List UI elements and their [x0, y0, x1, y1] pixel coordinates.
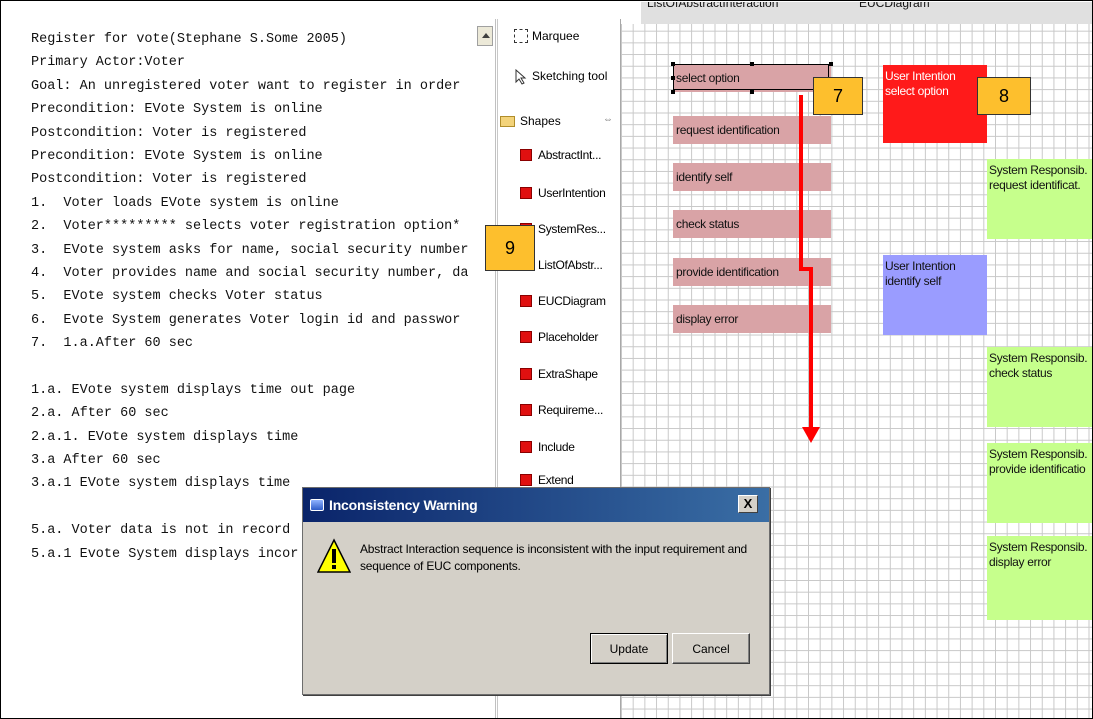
shape-swatch-icon	[520, 295, 532, 307]
palette-item-label: Requireme...	[538, 403, 604, 417]
palette-item-label: ListOfAbstr...	[538, 258, 603, 272]
requirement-line: 6. Evote System generates Voter login id…	[31, 312, 461, 328]
requirement-line: Postcondition: Voter is registered	[31, 172, 307, 188]
close-button[interactable]: X	[738, 495, 758, 513]
requirement-line: 1. Voter loads EVote system is online	[31, 195, 339, 211]
palette-item[interactable]: AbstractInt...	[520, 145, 601, 165]
palette-item[interactable]: Placeholder	[520, 327, 598, 347]
shapes-header-label: Shapes	[520, 114, 561, 128]
sketching-tool[interactable]: Sketching tool	[514, 68, 608, 85]
requirement-line: 2.a. After 60 sec	[31, 406, 169, 422]
requirement-text: Register for vote(Stephane S.Some 2005) P…	[31, 28, 481, 566]
scroll-up-button[interactable]	[477, 26, 493, 46]
requirement-line: 1.a. EVote system displays time out page	[31, 382, 356, 398]
update-button[interactable]: Update	[590, 633, 668, 664]
shape-swatch-icon	[520, 474, 532, 486]
shape-swatch-icon	[520, 187, 532, 199]
palette-item-label: UserIntention	[538, 186, 606, 200]
folder-icon	[500, 115, 515, 127]
palette-item[interactable]: Extend	[520, 473, 574, 487]
cancel-button[interactable]: Cancel	[672, 633, 750, 664]
requirement-line: Goal: An unregistered voter want to regi…	[31, 78, 461, 94]
requirement-line: Register for vote(Stephane S.Some 2005)	[31, 32, 347, 47]
badge-7: 7	[813, 77, 863, 115]
requirement-line: 2.a.1. EVote system displays time	[31, 429, 299, 445]
badge-9: 9	[485, 225, 535, 271]
shape-swatch-icon	[520, 331, 532, 343]
requirement-line: 7. 1.a.After 60 sec	[31, 336, 194, 352]
requirement-line: Precondition: EVote System is online	[31, 102, 323, 118]
warning-icon	[316, 538, 352, 576]
palette-item-label: Extend	[538, 473, 574, 487]
requirement-line: 3.a After 60 sec	[31, 453, 161, 469]
palette-item-label: Include	[538, 440, 575, 454]
dialog-message: Abstract Interaction sequence is inconsi…	[360, 542, 748, 573]
requirement-line: Postcondition: Voter is registered	[31, 125, 307, 141]
badge-8: 8	[977, 77, 1031, 115]
palette-item[interactable]: ExtraShape	[520, 364, 598, 384]
shape-swatch-icon	[520, 149, 532, 161]
shapes-drawer-header[interactable]: Shapes ⇔	[500, 111, 619, 131]
screenshot-frame: Register for vote(Stephane S.Some 2005) P…	[0, 0, 1093, 719]
marquee-tool-label: Marquee	[532, 29, 580, 43]
collapse-icon[interactable]: ⇔	[603, 114, 613, 125]
window-icon	[310, 499, 324, 511]
marquee-tool[interactable]: Marquee	[514, 29, 579, 43]
shape-swatch-icon	[520, 368, 532, 380]
requirement-line: 2. Voter********* selects voter registra…	[31, 219, 461, 235]
requirement-line: 5. EVote system checks Voter status	[31, 289, 323, 305]
requirement-line: Precondition: EVote System is online	[31, 148, 323, 164]
requirement-line	[31, 355, 481, 378]
arrow-cursor-icon	[514, 68, 528, 85]
requirement-line: Primary Actor:Voter	[31, 55, 185, 71]
shape-swatch-icon	[520, 404, 532, 416]
palette-item-label: Placeholder	[538, 330, 599, 344]
palette-item[interactable]: UserIntention	[520, 183, 606, 203]
dialog-title-bar[interactable]: Inconsistency Warning X	[303, 488, 769, 522]
marquee-icon	[514, 29, 528, 43]
palette-item[interactable]: Include	[520, 437, 575, 457]
dialog-title: Inconsistency Warning	[329, 497, 478, 513]
requirement-line: 4. Voter provides name and social securi…	[31, 265, 469, 281]
palette-item[interactable]: EUCDiagram	[520, 291, 606, 311]
palette-item-label: SystemRes...	[538, 222, 606, 236]
palette-item-label: AbstractInt...	[538, 148, 602, 162]
palette-item-label: ExtraShape	[538, 367, 598, 381]
inconsistency-warning-dialog: Inconsistency Warning X Abstract Interac…	[302, 487, 770, 695]
palette-item-label: EUCDiagram	[538, 294, 606, 308]
sketching-tool-label: Sketching tool	[532, 69, 608, 83]
tab-euc-diagram[interactable]: EUCDiagram	[853, 2, 1092, 24]
shape-swatch-icon	[520, 441, 532, 453]
requirement-line: 3. EVote system asks for name, social se…	[31, 242, 469, 258]
tab-list-of-abstract-interaction[interactable]: ListOfAbstractInteraction	[641, 2, 871, 24]
canvas-tab-bar: ListOfAbstractInteraction EUCDiagram	[621, 2, 1092, 24]
palette-item[interactable]: Requireme...	[520, 400, 603, 420]
